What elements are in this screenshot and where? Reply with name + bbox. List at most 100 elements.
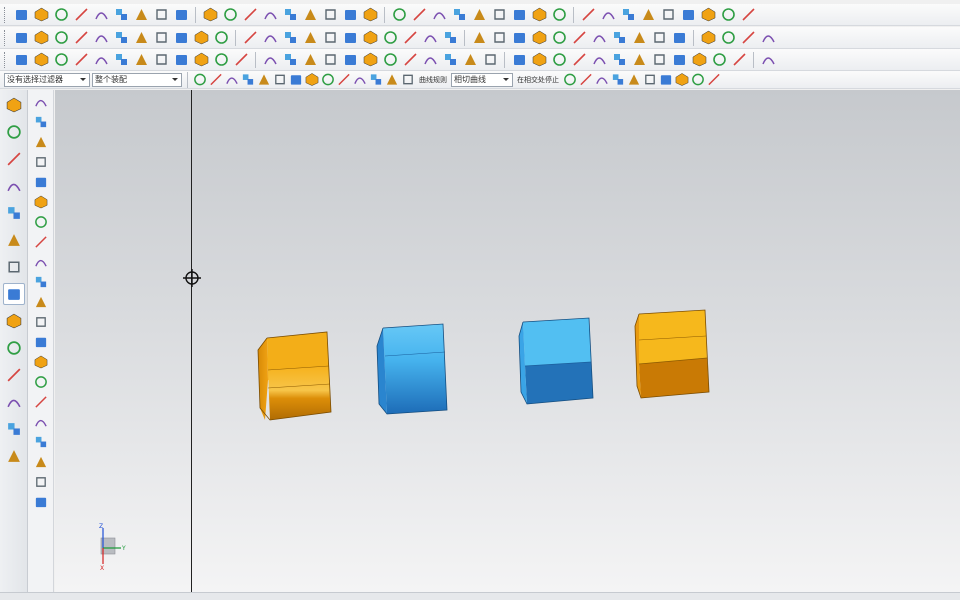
curve-tool-icon[interactable] xyxy=(32,154,50,170)
palette-tool-icon[interactable] xyxy=(32,494,50,510)
graphics-viewport[interactable]: Z Y X xyxy=(55,90,960,592)
swept-icon[interactable] xyxy=(72,51,90,69)
patch-icon[interactable] xyxy=(590,29,608,47)
sew-icon[interactable] xyxy=(570,29,588,47)
render-mode-icon[interactable] xyxy=(341,6,359,24)
line-icon[interactable] xyxy=(470,6,488,24)
reuse-library-icon[interactable] xyxy=(3,202,25,224)
view-orient-icon[interactable] xyxy=(410,6,428,24)
spline-icon[interactable] xyxy=(510,6,528,24)
sphere-icon[interactable] xyxy=(212,29,230,47)
center-icon[interactable] xyxy=(305,73,319,87)
light-icon[interactable] xyxy=(441,51,459,69)
constraint-navigator-icon[interactable] xyxy=(3,148,25,170)
boss-icon[interactable] xyxy=(112,29,130,47)
block-icon[interactable] xyxy=(281,29,299,47)
orange-cube-1[interactable] xyxy=(255,330,337,426)
trim-curve-icon[interactable] xyxy=(550,6,568,24)
move-face-icon[interactable] xyxy=(630,29,648,47)
select-icon[interactable] xyxy=(32,94,50,110)
control-point-icon[interactable] xyxy=(273,73,287,87)
blend-face-icon[interactable] xyxy=(192,51,210,69)
select-all-icon[interactable] xyxy=(193,73,207,87)
history-icon[interactable] xyxy=(3,256,25,278)
curvature-icon[interactable] xyxy=(341,51,359,69)
plane-snap-icon[interactable] xyxy=(675,73,689,87)
block-tool-icon[interactable] xyxy=(32,194,50,210)
hole-icon[interactable] xyxy=(92,29,110,47)
cylinder-icon[interactable] xyxy=(241,29,259,47)
orange-cube-4[interactable] xyxy=(631,306,715,400)
curve-snap-icon[interactable] xyxy=(563,73,577,87)
trim-sheet-icon[interactable] xyxy=(132,51,150,69)
info-icon[interactable] xyxy=(699,29,717,47)
pad-icon[interactable] xyxy=(152,29,170,47)
measure-icon[interactable] xyxy=(650,29,668,47)
curve-icon[interactable] xyxy=(530,6,548,24)
cube-tool-icon[interactable] xyxy=(32,114,50,130)
save-icon[interactable] xyxy=(92,6,110,24)
rect-tool-icon[interactable] xyxy=(610,51,628,69)
pocket-icon[interactable] xyxy=(132,29,150,47)
circle-icon[interactable] xyxy=(679,6,697,24)
camera-icon[interactable] xyxy=(461,51,479,69)
blue-cube-3[interactable] xyxy=(515,316,597,408)
app-logo-icon[interactable] xyxy=(12,6,30,24)
slot-icon[interactable] xyxy=(172,29,190,47)
system-materials-icon[interactable] xyxy=(2,283,25,305)
endpoint-icon[interactable] xyxy=(241,73,255,87)
offset-curve-icon[interactable] xyxy=(579,6,597,24)
law-icon[interactable] xyxy=(172,51,190,69)
web-browser-icon[interactable] xyxy=(3,229,25,251)
frame-icon[interactable] xyxy=(32,134,50,150)
hammer-icon[interactable] xyxy=(32,234,50,250)
shell-icon[interactable] xyxy=(401,29,419,47)
decal-icon[interactable] xyxy=(510,51,528,69)
offset-face-icon[interactable] xyxy=(441,29,459,47)
fit-view-icon[interactable] xyxy=(241,6,259,24)
photo-tool-icon[interactable] xyxy=(32,374,50,390)
process-studio-icon[interactable] xyxy=(3,310,25,332)
edge-blend-icon[interactable] xyxy=(361,29,379,47)
styled-blend-icon[interactable] xyxy=(212,51,230,69)
quadrant-icon[interactable] xyxy=(321,73,335,87)
inspect-icon[interactable] xyxy=(719,29,737,47)
n-sided-icon[interactable] xyxy=(92,51,110,69)
deselect-icon[interactable] xyxy=(209,73,223,87)
stamp-icon[interactable] xyxy=(32,414,50,430)
triangle-tool-icon[interactable] xyxy=(32,334,50,350)
start-menu-icon[interactable] xyxy=(32,6,50,24)
arc-center-icon[interactable] xyxy=(369,73,383,87)
selection-filter-select[interactable]: 没有选择过滤器 xyxy=(4,72,90,87)
surface-icon[interactable] xyxy=(12,51,30,69)
chart-tool-icon[interactable] xyxy=(32,354,50,370)
color-icon[interactable] xyxy=(401,51,419,69)
roles-settings-icon[interactable] xyxy=(3,391,25,413)
analysis-navigator-icon[interactable] xyxy=(3,418,25,440)
arrow-snap-icon[interactable] xyxy=(707,73,721,87)
extrude-icon[interactable] xyxy=(52,29,70,47)
analysis-icon[interactable] xyxy=(739,6,757,24)
selection-scope-select[interactable]: 整个装配 xyxy=(92,72,182,87)
assembly-navigator-icon[interactable] xyxy=(3,121,25,143)
body-snap-icon[interactable] xyxy=(595,73,609,87)
midpoint-icon[interactable] xyxy=(257,73,271,87)
split-body-icon[interactable] xyxy=(550,29,568,47)
layer-icon[interactable] xyxy=(430,6,448,24)
reflection-icon[interactable] xyxy=(361,51,379,69)
layers-tool-icon[interactable] xyxy=(32,314,50,330)
existing-point-icon[interactable] xyxy=(385,73,399,87)
lamp-icon[interactable] xyxy=(32,254,50,270)
face-snap-icon[interactable] xyxy=(579,73,593,87)
dimension-icon[interactable] xyxy=(670,51,688,69)
line-tool-icon[interactable] xyxy=(570,51,588,69)
undo-icon[interactable] xyxy=(132,6,150,24)
polygon-icon[interactable] xyxy=(630,51,648,69)
unite-icon[interactable] xyxy=(301,29,319,47)
zoom-icon[interactable] xyxy=(261,6,279,24)
gear-tool-icon[interactable] xyxy=(32,174,50,190)
intersect-icon[interactable] xyxy=(341,29,359,47)
manufacturing-wizard-icon[interactable] xyxy=(3,337,25,359)
datum-icon[interactable] xyxy=(32,29,50,47)
wireframe-cube-icon[interactable] xyxy=(390,6,408,24)
